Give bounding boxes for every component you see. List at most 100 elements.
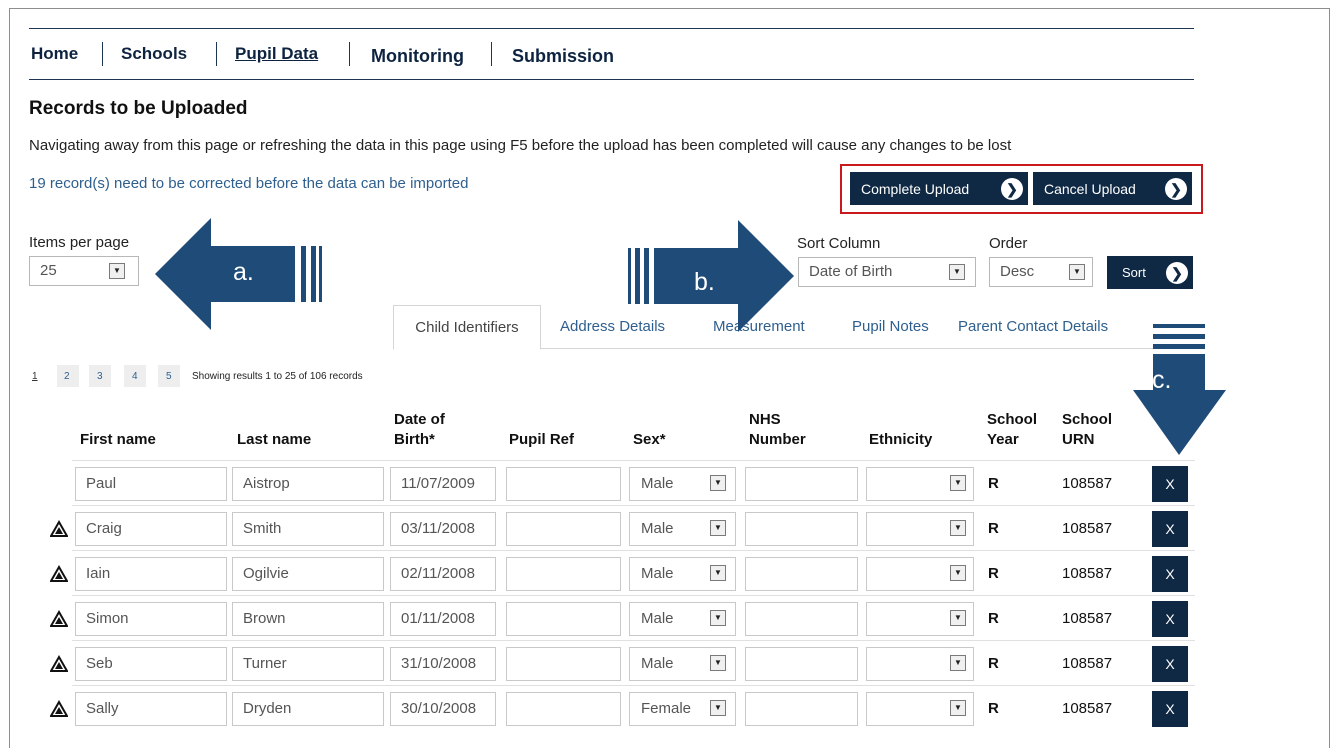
pupil-ref-input[interactable] [506,512,621,546]
nav-monitoring[interactable]: Monitoring [371,46,464,67]
sex-select[interactable]: Male ▼ [629,602,736,636]
page-link-4[interactable]: 4 [132,371,138,382]
header-school-year: School Year [987,410,1037,450]
ethnicity-select[interactable]: ▼ [866,647,974,681]
page-title: Records to be Uploaded [29,98,248,119]
sex-select[interactable]: Male ▼ [629,512,736,546]
school-year-value: R [988,520,999,537]
dropdown-arrow-icon: ▼ [109,263,125,279]
pupil-ref-input[interactable] [506,602,621,636]
first-name-input[interactable]: Seb [75,647,227,681]
first-name-input[interactable]: Simon [75,602,227,636]
delete-row-button[interactable]: X [1152,601,1188,637]
last-name-input[interactable]: Smith [232,512,384,546]
nhs-number-input[interactable] [745,512,858,546]
items-per-page-label: Items per page [29,234,130,251]
header-pupil-ref: Pupil Ref [509,431,575,448]
tab-pupil-notes[interactable]: Pupil Notes [852,318,929,335]
page-link-2[interactable]: 2 [64,371,70,382]
sex-value: Male [641,565,674,582]
delete-row-button[interactable]: X [1152,511,1188,547]
header-year-line2: Year [987,431,1019,448]
delete-row-button[interactable]: X [1152,556,1188,592]
dropdown-arrow-icon: ▼ [710,520,726,536]
first-name-input[interactable]: Sally [75,692,227,726]
row-divider [72,550,1195,551]
nhs-number-input[interactable] [745,467,858,501]
pupil-ref-input[interactable] [506,467,621,501]
pupil-ref-input[interactable] [506,647,621,681]
complete-upload-button[interactable]: Complete Upload ❯ [850,172,1028,205]
first-name-input[interactable]: Craig [75,512,227,546]
ethnicity-select[interactable]: ▼ [866,467,974,501]
header-nhs-number: NHS Number [749,410,806,450]
main-nav: Home Schools Pupil Data Monitoring Submi… [29,28,1194,80]
sex-select[interactable]: Male ▼ [629,557,736,591]
header-nhs-line2: Number [749,431,806,448]
nav-submission[interactable]: Submission [512,46,614,67]
header-nhs-line1: NHS [749,411,781,428]
row-divider [72,505,1195,506]
nav-schools[interactable]: Schools [121,44,187,64]
date-of-birth-input[interactable]: 02/11/2008 [390,557,496,591]
school-urn-value: 108587 [1062,610,1113,627]
delete-row-button[interactable]: X [1152,691,1188,727]
ethnicity-select[interactable]: ▼ [866,512,974,546]
ethnicity-select[interactable]: ▼ [866,692,974,726]
dropdown-arrow-icon: ▼ [710,700,726,716]
sort-column-select[interactable]: Date of Birth ▼ [798,257,976,287]
warning-icon [49,654,69,673]
tab-parent-contact-details[interactable]: Parent Contact Details [958,318,1108,335]
warning-icon [49,519,69,538]
date-of-birth-input[interactable]: 01/11/2008 [390,602,496,636]
date-of-birth-input[interactable]: 11/07/2009 [390,467,496,501]
sex-select[interactable]: Male ▼ [629,647,736,681]
ethnicity-select[interactable]: ▼ [866,602,974,636]
delete-row-button[interactable]: X [1152,646,1188,682]
annotation-arrow-c [1133,324,1226,455]
sex-select[interactable]: Male ▼ [629,467,736,501]
date-of-birth-input[interactable]: 03/11/2008 [390,512,496,546]
page-link-1[interactable]: 1 [32,371,38,382]
tab-child-identifiers[interactable]: Child Identifiers [393,305,541,350]
sex-select[interactable]: Female ▼ [629,692,736,726]
nhs-number-input[interactable] [745,602,858,636]
cancel-upload-label: Cancel Upload [1044,181,1136,197]
tabs-baseline [540,348,1155,349]
page-link-3[interactable]: 3 [97,371,103,382]
first-name-input[interactable]: Iain [75,557,227,591]
header-dob-line1: Date of [394,411,445,428]
nhs-number-input[interactable] [745,692,858,726]
sort-button[interactable]: Sort ❯ [1107,256,1193,289]
header-sex: Sex* [633,431,666,448]
school-urn-value: 108587 [1062,565,1113,582]
order-select[interactable]: Desc ▼ [989,257,1093,287]
warning-icon [49,564,69,583]
navigation-warning: Navigating away from this page or refres… [29,137,1012,154]
nhs-number-input[interactable] [745,557,858,591]
order-label: Order [989,235,1028,252]
date-of-birth-input[interactable]: 30/10/2008 [390,692,496,726]
last-name-input[interactable]: Brown [232,602,384,636]
ethnicity-select[interactable]: ▼ [866,557,974,591]
pupil-ref-input[interactable] [506,692,621,726]
header-urn-line2: URN [1062,431,1095,448]
items-per-page-select[interactable]: 25 ▼ [29,256,139,286]
nhs-number-input[interactable] [745,647,858,681]
date-of-birth-input[interactable]: 31/10/2008 [390,647,496,681]
nav-pupil-data[interactable]: Pupil Data [235,44,318,64]
items-per-page-value: 25 [40,262,57,279]
pupil-ref-input[interactable] [506,557,621,591]
warning-icon [49,699,69,718]
nav-home[interactable]: Home [31,44,78,64]
last-name-input[interactable]: Turner [232,647,384,681]
cancel-upload-button[interactable]: Cancel Upload ❯ [1033,172,1192,205]
first-name-input[interactable]: Paul [75,467,227,501]
sex-value: Female [641,700,692,717]
last-name-input[interactable]: Aistrop [232,467,384,501]
last-name-input[interactable]: Dryden [232,692,384,726]
sex-value: Male [641,655,674,672]
delete-row-button[interactable]: X [1152,466,1188,502]
page-link-5[interactable]: 5 [166,371,172,382]
last-name-input[interactable]: Ogilvie [232,557,384,591]
